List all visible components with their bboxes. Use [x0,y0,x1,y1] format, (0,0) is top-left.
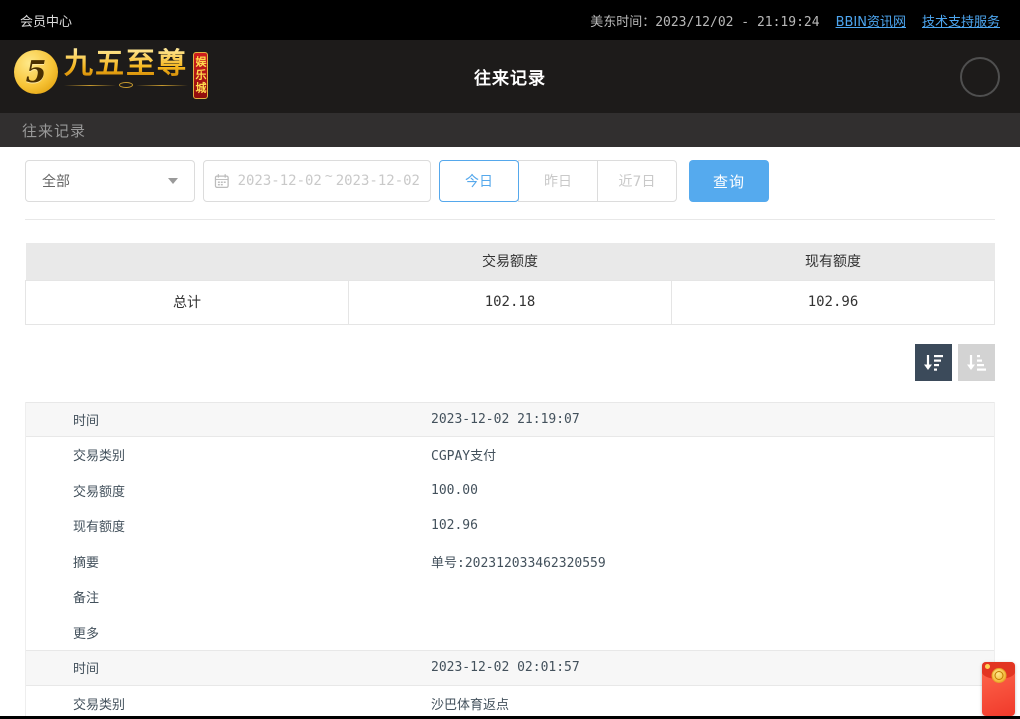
divider [25,219,995,220]
red-envelope-button[interactable] [982,662,1015,716]
record-field-row: 更多 [26,615,994,651]
filter-bar: 全部 2023-12-02~2023-12-02 今日 昨日 近7日 [25,160,995,202]
summary-header-current: 现有额度 [672,243,995,280]
sort-ascending-button[interactable] [958,344,995,381]
avatar-ring[interactable] [960,57,1000,97]
record-field-row: 现有额度 102.96 [26,508,994,544]
main-content: 全部 2023-12-02~2023-12-02 今日 昨日 近7日 [0,147,1020,719]
record-field-row: 交易额度 100.00 [26,473,994,509]
logo-flourish [64,82,188,89]
field-value: 100.00 [431,483,478,498]
summary-header-row: 交易额度 现有额度 [26,243,995,280]
type-select[interactable]: 全部 [25,160,195,202]
field-label: 备注 [26,587,431,606]
date-range-input[interactable]: 2023-12-02~2023-12-02 [203,160,431,202]
main-header: 5 九五至尊 娱乐城 往来记录 [0,40,1020,113]
notification-dot [985,664,990,669]
summary-total-label: 总计 [26,280,349,324]
member-center-link[interactable]: 会员中心 [20,11,72,30]
logo-coin-icon: 5 [14,50,58,94]
field-value: CGPAY支付 [431,445,496,464]
page-title: 往来记录 [474,64,546,89]
date-end: 2023-12-02 [336,173,420,189]
us-eastern-time: 美东时间：2023/12/02 - 21:19:24 [590,11,819,30]
field-label: 交易额度 [26,481,431,500]
today-button[interactable]: 今日 [439,160,519,202]
field-label: 时间 [26,658,431,677]
record-field-row: 交易类别 沙巴体育返点 [26,686,994,719]
record-field-row: 时间 2023-12-02 21:19:07 [26,402,994,438]
field-label: 交易类别 [26,694,431,713]
field-value: 2023-12-02 21:19:07 [431,412,580,427]
topbar: 会员中心 美东时间：2023/12/02 - 21:19:24 BBIN资讯网 … [0,0,1020,40]
sort-controls [25,344,995,381]
field-label: 交易类别 [26,445,431,464]
field-label: 时间 [26,410,431,429]
field-value: 2023-12-02 02:01:57 [431,660,580,675]
summary-header-empty [26,243,349,280]
field-value: 单号:202312033462320559 [431,552,606,571]
tech-support-link[interactable]: 技术支持服务 [922,11,1000,30]
logo-brand-text: 九五至尊 [64,48,188,80]
sort-ascending-icon [965,351,988,374]
summary-table: 交易额度 现有额度 总计 102.18 102.96 [25,243,995,325]
last7days-button[interactable]: 近7日 [597,160,677,202]
field-label: 现有额度 [26,516,431,535]
date-start: 2023-12-02 [238,173,322,189]
chevron-down-icon [168,178,178,184]
summary-total-row: 总计 102.18 102.96 [26,280,995,324]
sort-descending-button[interactable] [915,344,952,381]
summary-current-amount: 102.96 [672,280,995,324]
summary-header-transaction: 交易额度 [349,243,672,280]
yesterday-button[interactable]: 昨日 [518,160,598,202]
record: 时间 2023-12-02 21:19:07 交易类别 CGPAY支付 交易额度… [26,402,994,651]
quick-range-group: 今日 昨日 近7日 [439,160,677,202]
bbin-news-link[interactable]: BBIN资讯网 [836,11,906,30]
calendar-icon [214,173,230,189]
record-field-row: 时间 2023-12-02 02:01:57 [26,650,994,686]
type-select-value: 全部 [42,171,70,191]
subheader: 往来记录 [0,113,1020,147]
record-field-row: 备注 [26,579,994,615]
date-separator: ~ [325,169,333,184]
search-button[interactable]: 查询 [689,160,769,202]
summary-transaction-amount: 102.18 [349,280,672,324]
gold-coin-icon [991,668,1006,683]
logo-badge: 娱乐城 [193,52,208,99]
subheader-title: 往来记录 [22,120,86,141]
record-field-row: 交易类别 CGPAY支付 [26,437,994,473]
record-field-row: 摘要 单号:202312033462320559 [26,544,994,580]
record: 时间 2023-12-02 02:01:57 交易类别 沙巴体育返点 [26,650,994,719]
field-label: 更多 [26,623,431,642]
field-value: 102.96 [431,518,478,533]
records-list: 时间 2023-12-02 21:19:07 交易类别 CGPAY支付 交易额度… [25,402,995,719]
field-label: 摘要 [26,552,431,571]
field-value: 沙巴体育返点 [431,694,509,713]
site-logo[interactable]: 5 九五至尊 娱乐城 [14,48,230,99]
sort-descending-icon [922,351,945,374]
